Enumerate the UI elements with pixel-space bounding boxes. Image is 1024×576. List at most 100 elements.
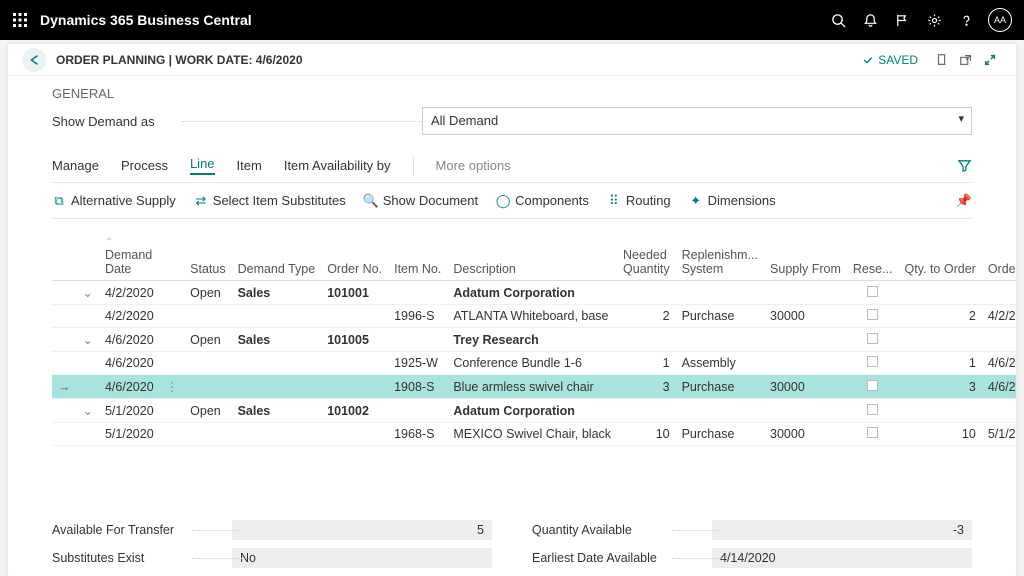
- cell-order-no: 101001: [321, 281, 388, 305]
- back-button[interactable]: [22, 48, 46, 72]
- flag-icon[interactable]: [886, 4, 918, 36]
- menu-availability[interactable]: Item Availability by: [284, 158, 391, 173]
- pin-icon[interactable]: 📌: [956, 193, 972, 209]
- action-dimensions[interactable]: ✦Dimensions: [689, 193, 776, 208]
- expand-icon[interactable]: ⌄: [77, 328, 99, 352]
- action-show-document[interactable]: 🔍Show Document: [364, 193, 478, 208]
- cell-status: Open: [184, 281, 231, 305]
- row-actions-icon[interactable]: [160, 423, 185, 446]
- show-demand-select[interactable]: All Demand: [422, 107, 972, 135]
- send-icon[interactable]: [930, 48, 954, 72]
- menu-manage[interactable]: Manage: [52, 158, 99, 173]
- cell-qty-to-order: [899, 399, 982, 423]
- collapse-icon[interactable]: [978, 48, 1002, 72]
- table-row[interactable]: 4/6/20201925-WConference Bundle 1-61Asse…: [52, 352, 1016, 375]
- cell-demand-type: [232, 375, 322, 399]
- cell-demand-date: 4/6/2020: [99, 328, 160, 352]
- row-actions-icon[interactable]: [160, 352, 185, 375]
- row-marker-icon: [52, 352, 77, 375]
- cell-needed-qty: [617, 281, 676, 305]
- menu-more[interactable]: More options: [436, 158, 511, 173]
- cell-supply-from: 30000: [764, 305, 847, 328]
- expand-icon[interactable]: ⌄: [77, 399, 99, 423]
- menu-line[interactable]: Line: [190, 156, 215, 175]
- filter-icon[interactable]: [957, 158, 972, 173]
- cell-repl-system: Purchase: [676, 423, 764, 446]
- cell-demand-type: [232, 423, 322, 446]
- menu-process[interactable]: Process: [121, 158, 168, 173]
- table-row[interactable]: →4/6/2020⋮1908-SBlue armless swivel chai…: [52, 375, 1016, 399]
- action-components[interactable]: ◯Components: [496, 193, 589, 208]
- cell-supply-from: [764, 399, 847, 423]
- cell-demand-date: 5/1/2020: [99, 399, 160, 423]
- cell-qty-to-order: 3: [899, 375, 982, 399]
- row-marker-icon: [52, 281, 77, 305]
- row-marker-icon: [52, 305, 77, 328]
- col-demand-type[interactable]: Demand Type: [232, 233, 322, 281]
- help-icon[interactable]: [950, 4, 982, 36]
- page-title: ORDER PLANNING | WORK DATE: 4/6/2020: [56, 53, 303, 67]
- search-icon[interactable]: [822, 4, 854, 36]
- col-order-no[interactable]: Order No.: [321, 233, 388, 281]
- col-reserve[interactable]: Rese...: [847, 233, 899, 281]
- cell-reserve[interactable]: [847, 375, 899, 399]
- col-status[interactable]: Status: [184, 233, 231, 281]
- col-item-no[interactable]: Item No.: [388, 233, 447, 281]
- expand-icon[interactable]: ⌄: [77, 281, 99, 305]
- expand-icon[interactable]: [77, 305, 99, 328]
- action-select-substitutes[interactable]: ⇄Select Item Substitutes: [194, 193, 346, 208]
- cell-order-no: 101005: [321, 328, 388, 352]
- action-alternative-supply[interactable]: ⧉Alternative Supply: [52, 193, 176, 208]
- cell-status: Open: [184, 328, 231, 352]
- cell-reserve[interactable]: [847, 281, 899, 305]
- cell-order-no: 101002: [321, 399, 388, 423]
- expand-icon[interactable]: [77, 352, 99, 375]
- row-actions-icon[interactable]: [160, 328, 185, 352]
- cell-reserve[interactable]: [847, 328, 899, 352]
- table-row[interactable]: 4/2/20201996-SATLANTA Whiteboard, base2P…: [52, 305, 1016, 328]
- cell-reserve[interactable]: [847, 399, 899, 423]
- notifications-icon[interactable]: [854, 4, 886, 36]
- col-description[interactable]: Description: [447, 233, 617, 281]
- cell-supply-from: 30000: [764, 375, 847, 399]
- cell-needed-qty: [617, 328, 676, 352]
- col-supply-from[interactable]: Supply From: [764, 233, 847, 281]
- table-row[interactable]: ⌄4/6/2020OpenSales101005Trey Research: [52, 328, 1016, 352]
- row-actions-icon[interactable]: [160, 399, 185, 423]
- cell-reserve[interactable]: [847, 305, 899, 328]
- row-actions-icon[interactable]: [160, 281, 185, 305]
- row-actions-icon[interactable]: ⋮: [160, 375, 185, 399]
- cell-repl-system: [676, 328, 764, 352]
- cell-order-date: 4/2/2020: [982, 305, 1016, 328]
- cell-supply-from: 30000: [764, 423, 847, 446]
- cell-repl-system: [676, 281, 764, 305]
- user-avatar[interactable]: AA: [988, 8, 1012, 32]
- action-bar: ⧉Alternative Supply ⇄Select Item Substit…: [52, 183, 972, 219]
- row-marker-icon: →: [52, 375, 77, 399]
- table-row[interactable]: ⌄4/2/2020OpenSales101001Adatum Corporati…: [52, 281, 1016, 305]
- table-row[interactable]: 5/1/20201968-SMEXICO Swivel Chair, black…: [52, 423, 1016, 446]
- cell-demand-date: 4/2/2020: [99, 305, 160, 328]
- cell-reserve[interactable]: [847, 352, 899, 375]
- popout-icon[interactable]: [954, 48, 978, 72]
- menu-item[interactable]: Item: [237, 158, 262, 173]
- cell-demand-type: Sales: [232, 328, 322, 352]
- col-demand-date[interactable]: ⌃DemandDate: [99, 233, 160, 281]
- alt-supply-icon: ⧉: [52, 194, 66, 208]
- cell-status: [184, 305, 231, 328]
- cell-reserve[interactable]: [847, 423, 899, 446]
- app-launcher-icon[interactable]: [12, 12, 28, 28]
- col-repl-system[interactable]: Replenishm...System: [676, 233, 764, 281]
- col-needed-qty[interactable]: NeededQuantity: [617, 233, 676, 281]
- dimensions-icon: ✦: [689, 194, 703, 208]
- table-row[interactable]: ⌄5/1/2020OpenSales101002Adatum Corporati…: [52, 399, 1016, 423]
- expand-icon[interactable]: [77, 423, 99, 446]
- cell-needed-qty: 2: [617, 305, 676, 328]
- expand-icon[interactable]: [77, 375, 99, 399]
- col-order-date[interactable]: Order Date: [982, 233, 1016, 281]
- qty-avail-label: Quantity Available: [532, 523, 712, 537]
- col-qty-to-order[interactable]: Qty. to Order: [899, 233, 982, 281]
- row-actions-icon[interactable]: [160, 305, 185, 328]
- action-routing[interactable]: ⠿Routing: [607, 193, 671, 208]
- settings-icon[interactable]: [918, 4, 950, 36]
